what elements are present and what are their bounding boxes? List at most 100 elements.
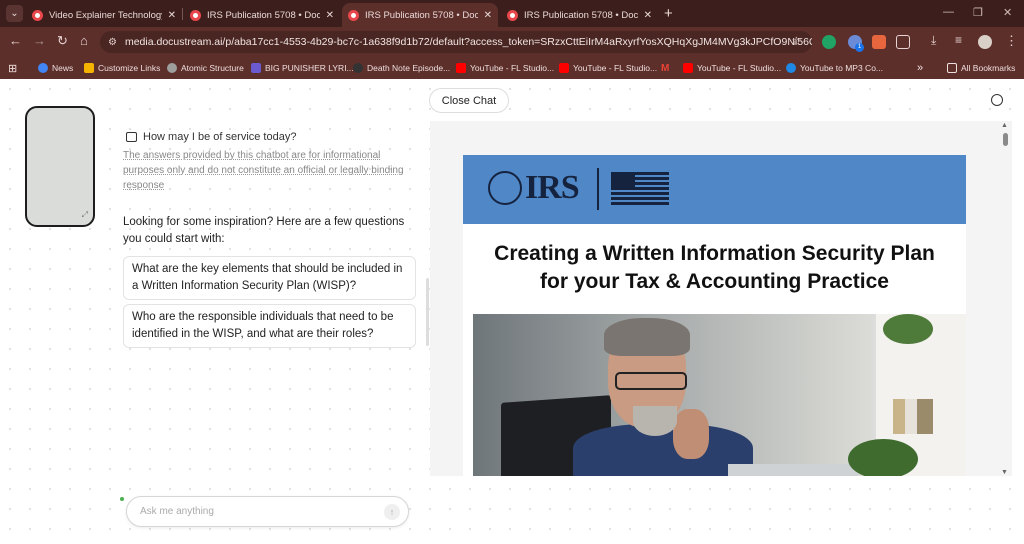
chat-greeting: How may I be of service today? [126, 131, 296, 143]
expand-icon[interactable]: ⤢ [82, 210, 88, 220]
close-window-icon[interactable]: ✕ [1003, 6, 1012, 19]
robot-icon [126, 132, 137, 142]
status-indicator [120, 497, 124, 501]
bookmark-label: Death Note Episode... [367, 63, 451, 73]
bookmark-item[interactable]: Atomic Structure [167, 60, 244, 76]
close-tab-icon[interactable]: ✕ [168, 10, 176, 21]
bookmark-label: News [52, 63, 74, 73]
cover-photo [473, 314, 966, 476]
download-icon[interactable]: ⤓ [931, 33, 936, 48]
browser-tab[interactable]: Video Explainer Technology: Tra ✕ [26, 3, 182, 27]
bookmark-item[interactable]: YouTube - FL Studio... [456, 60, 554, 76]
scroll-up-icon[interactable]: ▲ [1001, 122, 1008, 129]
bookmark-item[interactable]: Death Note Episode... [353, 60, 450, 76]
person-hair [604, 318, 690, 356]
minimize-icon[interactable]: — [943, 6, 954, 18]
grammarly-extension-icon[interactable] [822, 35, 836, 49]
tab-divider [182, 8, 183, 20]
folder-icon [947, 63, 957, 73]
chat-input-placeholder: Ask me anything [140, 506, 214, 517]
irs-header-band: IRS [463, 155, 966, 224]
person-beard [633, 406, 677, 436]
inspiration-prompt: Looking for some inspiration? Here are a… [123, 216, 405, 245]
bookmark-label: BIG PUNISHER LYRI... [265, 63, 354, 73]
scroll-thumb[interactable] [1003, 133, 1008, 146]
bookmark-label: Customize Links [98, 63, 161, 73]
atom-icon [167, 63, 177, 73]
logo-divider [597, 168, 599, 210]
tab-search-button[interactable]: ⌄ [6, 5, 23, 22]
bookmark-label: YouTube - FL Studio... [697, 63, 782, 73]
suggested-question[interactable]: What are the key elements that should be… [123, 256, 416, 300]
new-tab-button[interactable]: + [664, 5, 673, 22]
irs-eagle-icon [488, 171, 522, 205]
title-line: Creating a Written Information Security … [494, 242, 935, 265]
plant-shape [848, 439, 918, 476]
apps-grid-icon[interactable]: ⊞ [8, 60, 17, 76]
gmail-bookmark-icon[interactable]: M [661, 60, 669, 76]
docustream-favicon-icon [32, 9, 43, 21]
address-bar[interactable]: ⚙ media.docustream.ai/p/aba17cc1-4553-4b… [100, 31, 812, 53]
send-arrow-icon[interactable]: ↑ [384, 504, 400, 520]
url-text: media.docustream.ai/p/aba17cc1-4553-4b29… [124, 36, 812, 48]
bookmark-label: YouTube - FL Studio... [573, 63, 658, 73]
document-page: IRS Creating a Written Information Secur… [463, 155, 966, 476]
bookmark-label: YouTube - FL Studio... [470, 63, 555, 73]
extension-badge: 1 [855, 43, 864, 52]
home-icon[interactable]: ⌂ [80, 33, 88, 48]
reload-icon[interactable]: ↻ [57, 33, 68, 49]
browser-tab-active[interactable]: IRS Publication 5708 • Docustre ✕ [342, 3, 498, 27]
more-menu-icon[interactable]: ⋮ [1005, 33, 1018, 49]
more-bookmarks-icon[interactable]: » [917, 60, 923, 76]
browser-tab[interactable]: IRS Publication 5708 • Docustre ✕ [184, 3, 340, 27]
docustream-favicon-icon [190, 9, 201, 21]
youtube-icon [559, 63, 569, 73]
close-chat-button[interactable]: Close Chat [429, 88, 509, 113]
close-tab-icon[interactable]: ✕ [484, 10, 492, 21]
scroll-down-icon[interactable]: ▼ [1001, 469, 1008, 476]
all-bookmarks-button[interactable]: All Bookmarks [947, 60, 1015, 76]
suggested-question[interactable]: Who are the responsible individuals that… [123, 304, 416, 348]
docustream-favicon-icon [348, 9, 359, 21]
irs-logo-text: IRS [525, 169, 580, 206]
bookmark-item[interactable]: YouTube - FL Studio... [559, 60, 657, 76]
panel-resize-handle[interactable] [426, 278, 429, 346]
youtube-icon [456, 63, 466, 73]
site-icon [353, 63, 363, 73]
bookmark-star-icon[interactable]: ☆ [791, 34, 802, 48]
browser-tab[interactable]: IRS Publication 5708 • Docustre ✕ [501, 3, 658, 27]
tab-title: IRS Publication 5708 • Docustre [207, 9, 320, 21]
greeting-text: How may I be of service today? [143, 131, 297, 143]
close-tab-icon[interactable]: ✕ [326, 10, 334, 21]
laptop-shape [728, 464, 858, 476]
profile-avatar[interactable] [978, 35, 992, 49]
bookmark-item[interactable]: Customize Links [84, 60, 160, 76]
tab-title: IRS Publication 5708 • Docustre [365, 9, 478, 21]
title-line: for your Tax & Accounting Practice [540, 270, 889, 293]
close-tab-icon[interactable]: ✕ [644, 10, 652, 21]
youtube-icon [683, 63, 693, 73]
video-preview-thumbnail[interactable]: ⤢ [25, 106, 95, 227]
chat-input[interactable]: Ask me anything ↑ [126, 496, 409, 527]
site-info-icon[interactable]: ⚙ [108, 37, 117, 48]
bookmark-item[interactable]: BIG PUNISHER LYRI... [251, 60, 354, 76]
tab-title: IRS Publication 5708 • Docustre [524, 9, 638, 21]
site-icon [786, 63, 796, 73]
bookmark-label: YouTube to MP3 Co... [800, 63, 884, 73]
irs-logo: IRS [488, 169, 580, 207]
bookmark-item[interactable]: News [38, 60, 73, 76]
restore-icon[interactable]: ❐ [973, 6, 983, 19]
docustream-favicon-icon [507, 9, 518, 21]
google-icon [38, 63, 48, 73]
back-arrow-icon[interactable]: ← [9, 33, 22, 48]
globe-language-icon[interactable] [991, 94, 1003, 106]
forward-arrow-icon[interactable]: → [33, 33, 46, 48]
person-hand [673, 409, 709, 459]
extensions-puzzle-icon[interactable] [896, 35, 910, 49]
bookmark-item[interactable]: YouTube to MP3 Co... [786, 60, 883, 76]
extension-icon[interactable] [872, 35, 886, 49]
viewer-scrollbar[interactable]: ▲ ▼ [1000, 121, 1012, 476]
media-controls-icon[interactable]: ≡ [955, 33, 962, 47]
bookmark-item[interactable]: YouTube - FL Studio... [683, 60, 781, 76]
all-bookmarks-label: All Bookmarks [961, 63, 1016, 73]
